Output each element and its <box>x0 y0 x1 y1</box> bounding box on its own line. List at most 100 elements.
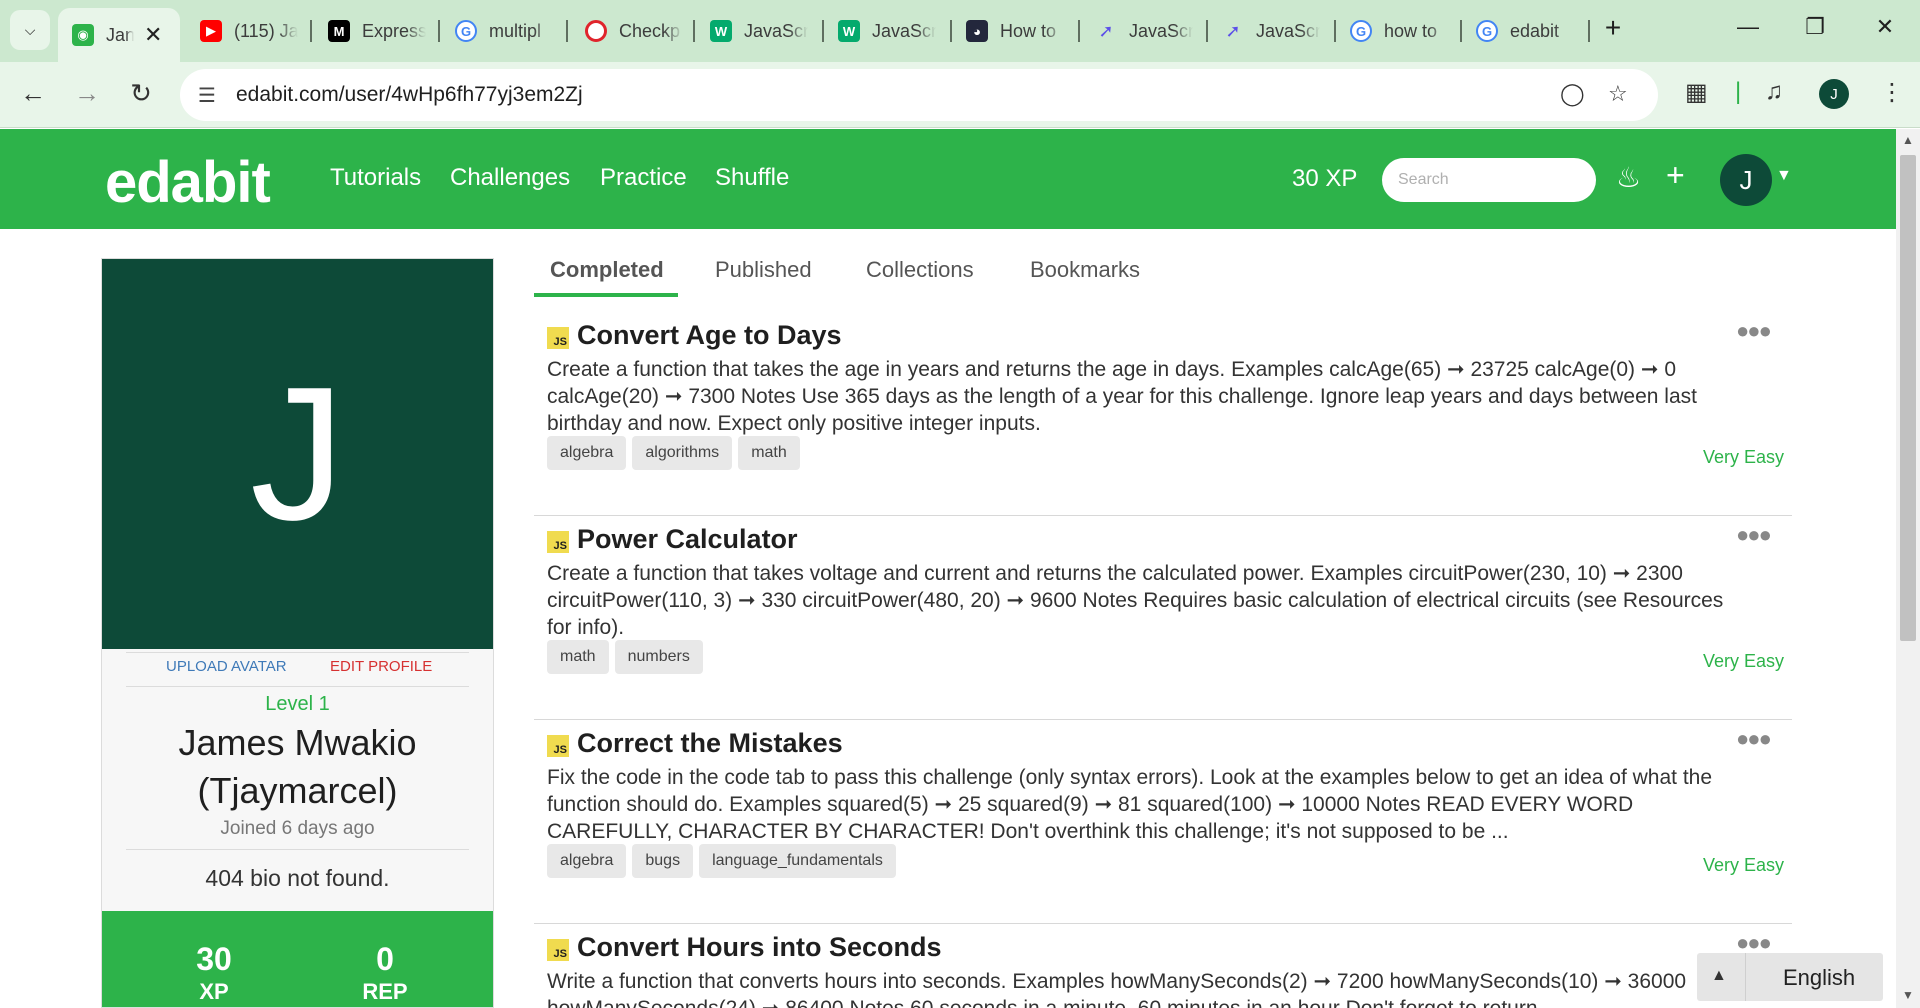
tab-w3-javascript-1[interactable]: W JavaScr <box>710 12 822 50</box>
tag[interactable]: algorithms <box>632 436 733 470</box>
kebab-menu-icon[interactable]: ⋮ <box>1880 78 1904 107</box>
divider <box>126 849 469 850</box>
tab-title: JavaScr <box>1129 20 1193 41</box>
caret-up-icon[interactable]: ▲ <box>1711 967 1727 985</box>
profile-bio: 404 bio not found. <box>205 865 390 891</box>
tab-javascript-4[interactable]: ➚ JavaScr <box>1222 12 1334 50</box>
challenge-title[interactable]: Convert Age to Days <box>577 320 842 351</box>
new-tab-icon[interactable]: + <box>1598 12 1628 44</box>
nav-challenges[interactable]: Challenges <box>450 164 570 192</box>
challenge-title[interactable]: Correct the Mistakes <box>577 728 843 759</box>
challenge-description: Create a function that takes voltage and… <box>547 562 1724 639</box>
challenge-tags: algebra bugs language_fundamentals <box>547 844 896 878</box>
minimize-icon[interactable]: — <box>1733 14 1763 40</box>
page-scrollbar[interactable]: ▲ ▼ <box>1896 129 1920 1008</box>
tab-youtube[interactable]: ▶ (115) Ja <box>200 12 298 50</box>
tab-title: Checkp <box>619 20 681 41</box>
google-icon: G <box>1350 20 1372 42</box>
caret-down-icon[interactable]: ▼ <box>1776 167 1792 185</box>
address-url[interactable]: edabit.com/user/4wHp6fh77yj3em2Zj <box>236 83 583 107</box>
tag[interactable]: bugs <box>632 844 694 878</box>
nav-tutorials[interactable]: Tutorials <box>330 164 421 192</box>
tab-checkpoint[interactable]: Checkp <box>585 12 697 50</box>
bookmark-star-icon[interactable]: ☆ <box>1608 81 1628 107</box>
tab-google-edabit[interactable]: G edabit <box>1476 12 1588 50</box>
tab-express[interactable]: M Express <box>328 12 440 50</box>
active-tab-indicator <box>534 293 678 297</box>
reload-icon[interactable]: ↻ <box>124 78 158 109</box>
toolbar-divider: | <box>1735 78 1742 105</box>
media-controls-icon[interactable]: ♫ <box>1765 78 1783 106</box>
scroll-thumb[interactable] <box>1900 155 1916 641</box>
tab-javascript-3[interactable]: ➚ JavaScr <box>1095 12 1207 50</box>
tab-w3-javascript-2[interactable]: W JavaScr <box>838 12 950 50</box>
bolt-icon: ➚ <box>1098 20 1114 41</box>
restore-icon[interactable]: ❐ <box>1800 14 1830 40</box>
tag[interactable]: algebra <box>547 436 627 470</box>
bell-icon[interactable]: ♨ <box>1616 161 1641 194</box>
tab-google-multipl[interactable]: G multipl <box>455 12 567 50</box>
m-icon: M <box>328 20 350 42</box>
forward-arrow-icon[interactable]: → <box>70 78 104 109</box>
nav-practice[interactable]: Practice <box>600 164 687 192</box>
tab-completed[interactable]: Completed <box>550 257 664 283</box>
tab-google-how-to[interactable]: G how to <box>1350 12 1462 50</box>
edabit-favicon-icon: ◉ <box>72 24 94 46</box>
tag[interactable]: language_fundamentals <box>699 844 896 878</box>
tab-separator <box>1078 20 1080 42</box>
scroll-up-icon[interactable]: ▲ <box>1902 133 1914 147</box>
chevron-down-icon: ⌵ <box>24 21 36 38</box>
tab-collections[interactable]: Collections <box>866 257 974 283</box>
address-bar[interactable]: ☰ edabit.com/user/4wHp6fh77yj3em2Zj ◯ ☆ <box>180 69 1658 121</box>
tab-title: edabit <box>1510 20 1560 41</box>
back-arrow-icon[interactable]: ← <box>16 78 50 109</box>
challenge-card[interactable]: JS Convert Hours into Seconds ●●● Write … <box>534 924 1792 1008</box>
challenge-title[interactable]: Convert Hours into Seconds <box>577 932 942 963</box>
challenge-card[interactable]: JS Correct the Mistakes ●●● Fix the code… <box>534 720 1792 924</box>
tab-published[interactable]: Published <box>715 257 812 283</box>
tab-bookmarks[interactable]: Bookmarks <box>1030 257 1140 283</box>
search-input[interactable] <box>1382 158 1596 202</box>
tab-search-button[interactable]: ⌵ <box>10 10 50 50</box>
tab-edabit-active[interactable]: ◉ Jan ✕ <box>58 8 180 62</box>
xp-label: XP <box>199 979 229 1004</box>
js-badge-icon: JS <box>547 327 569 349</box>
divider <box>126 686 469 687</box>
bolt-icon: ➚ <box>1225 20 1241 41</box>
tab-how-to[interactable]: ◕ How to <box>966 12 1078 50</box>
tab-separator <box>822 20 824 42</box>
language-selector[interactable]: ▲ English <box>1697 953 1883 1001</box>
more-options-icon[interactable]: ●●● <box>1736 726 1772 752</box>
tag[interactable]: math <box>547 640 609 674</box>
user-avatar[interactable]: J <box>1720 154 1772 206</box>
scroll-down-icon[interactable]: ▼ <box>1902 988 1914 1002</box>
profile-avatar: J <box>102 259 493 649</box>
more-options-icon[interactable]: ●●● <box>1736 522 1772 548</box>
extensions-icon[interactable]: ▦ <box>1685 78 1708 107</box>
youtube-icon: ▶ <box>200 20 222 42</box>
challenge-card[interactable]: JS Power Calculator ●●● Create a functio… <box>534 516 1792 720</box>
divider <box>126 652 469 653</box>
tag[interactable]: math <box>738 436 800 470</box>
challenge-title[interactable]: Power Calculator <box>577 524 798 555</box>
tab-separator <box>1206 20 1208 42</box>
tag[interactable]: numbers <box>614 640 703 674</box>
upload-avatar-link[interactable]: UPLOAD AVATAR <box>166 658 287 675</box>
challenge-tags: math numbers <box>547 640 703 674</box>
edit-profile-link[interactable]: EDIT PROFILE <box>330 658 432 675</box>
close-icon[interactable]: ✕ <box>144 22 162 48</box>
tag[interactable]: algebra <box>547 844 627 878</box>
more-options-icon[interactable]: ●●● <box>1736 318 1772 344</box>
nav-shuffle[interactable]: Shuffle <box>715 164 789 192</box>
eye-slash-icon[interactable]: ◯ <box>1560 81 1585 107</box>
tab-separator <box>438 20 440 42</box>
browser-profile-avatar[interactable]: J <box>1819 79 1849 109</box>
window-close-icon[interactable]: ✕ <box>1870 14 1900 40</box>
plus-icon[interactable]: + <box>1666 157 1685 194</box>
tab-title: Jan <box>106 24 134 45</box>
challenge-card[interactable]: JS Convert Age to Days ●●● Create a func… <box>534 312 1792 516</box>
site-settings-icon[interactable]: ☰ <box>198 83 216 108</box>
edabit-logo[interactable]: edabit <box>105 149 271 216</box>
tab-title: Express <box>362 20 426 41</box>
google-icon: G <box>455 20 477 42</box>
